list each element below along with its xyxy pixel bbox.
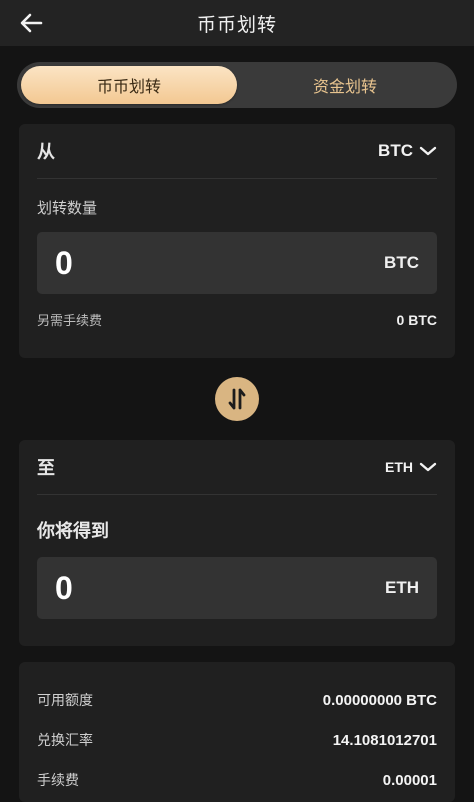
amount-label: 划转数量 bbox=[37, 200, 98, 217]
to-card: 至 ETH 你将得到 0 ETH bbox=[19, 440, 455, 646]
rate-label: 兑换汇率 bbox=[37, 732, 93, 748]
extra-fee-label: 另需手续费 bbox=[37, 313, 103, 328]
chevron-down-icon bbox=[419, 462, 437, 472]
amount-value: 0 bbox=[55, 244, 73, 281]
from-coin: BTC bbox=[378, 141, 413, 160]
to-label: 至 bbox=[37, 458, 55, 478]
from-coin-selector[interactable]: BTC bbox=[378, 141, 437, 161]
to-coin: ETH bbox=[385, 459, 413, 475]
from-card: 从 BTC 划转数量 0 BTC 另需手续费 0 BTC bbox=[19, 124, 455, 358]
receive-unit: ETH bbox=[385, 578, 419, 597]
to-row: 至 ETH bbox=[37, 440, 437, 495]
transfer-type-segment: 币币划转 资金划转 bbox=[17, 62, 457, 108]
page-title: 币币划转 bbox=[196, 14, 277, 36]
extra-fee-value: 0 BTC bbox=[396, 311, 437, 328]
tab-fund-transfer[interactable]: 资金划转 bbox=[237, 66, 453, 104]
receive-label: 你将得到 bbox=[37, 521, 109, 541]
receive-output: 0 ETH bbox=[37, 557, 437, 619]
app-header: 币币划转 bbox=[0, 0, 474, 46]
arrow-left-icon bbox=[20, 13, 43, 33]
fee-label: 手续费 bbox=[37, 772, 79, 788]
fee-row: 手续费 0.00001 bbox=[37, 760, 437, 800]
fee-value: 0.00001 bbox=[382, 771, 437, 789]
amount-unit: BTC bbox=[384, 253, 419, 272]
rate-row: 兑换汇率 14.1081012701 bbox=[37, 720, 437, 760]
extra-fee-row: 另需手续费 0 BTC bbox=[37, 310, 437, 329]
info-card: 可用额度 0.00000000 BTC 兑换汇率 14.1081012701 手… bbox=[19, 662, 455, 802]
swap-vertical-icon bbox=[228, 388, 246, 410]
back-button[interactable] bbox=[18, 10, 44, 36]
chevron-down-icon bbox=[419, 146, 437, 156]
tab-coin-transfer[interactable]: 币币划转 bbox=[21, 66, 237, 104]
swap-area bbox=[0, 358, 474, 440]
available-label: 可用额度 bbox=[37, 692, 93, 708]
receive-value: 0 bbox=[55, 569, 73, 606]
available-value: 0.00000000 BTC bbox=[322, 691, 437, 709]
rate-value: 14.1081012701 bbox=[332, 731, 437, 749]
from-row: 从 BTC bbox=[37, 124, 437, 179]
amount-input[interactable]: 0 BTC bbox=[37, 232, 437, 294]
from-label: 从 bbox=[37, 142, 55, 162]
available-row: 可用额度 0.00000000 BTC bbox=[37, 680, 437, 720]
swap-button[interactable] bbox=[215, 377, 259, 421]
to-coin-selector[interactable]: ETH bbox=[385, 459, 437, 475]
